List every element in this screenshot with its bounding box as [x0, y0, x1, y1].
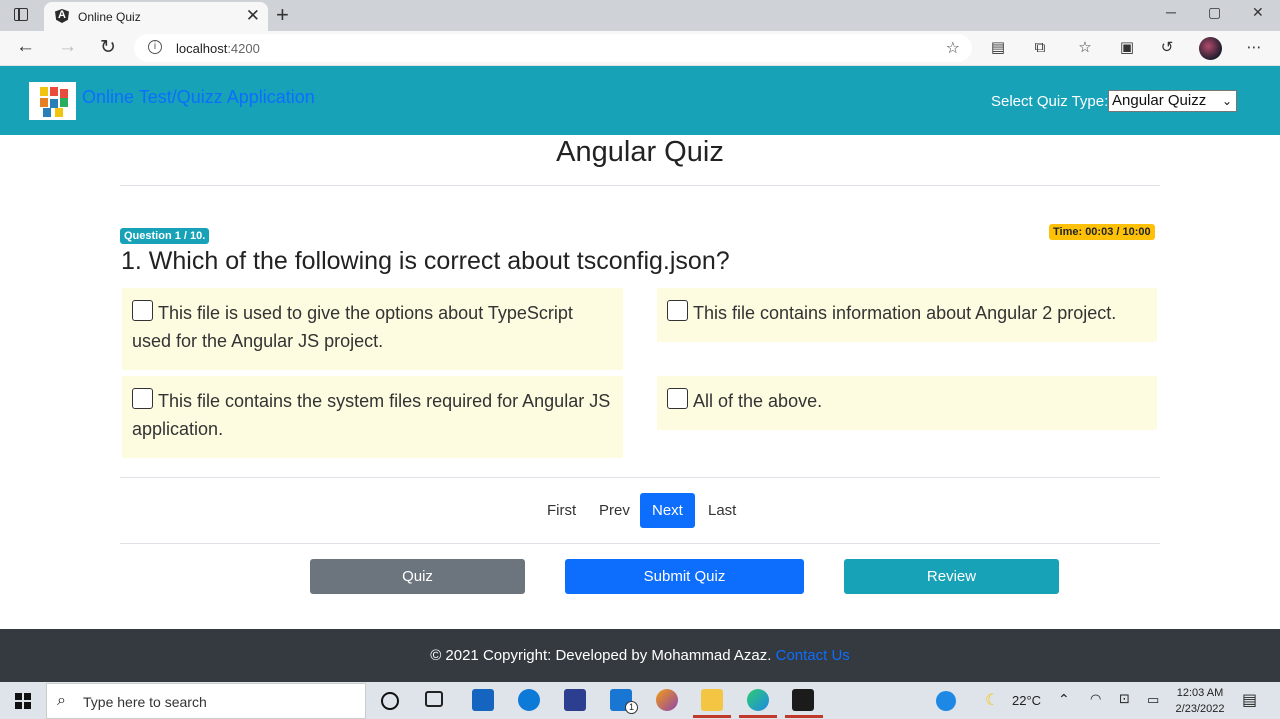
timer-badge: Time: 00:03 / 10:00: [1049, 224, 1155, 240]
pagination: First Prev Next Last: [0, 493, 1280, 528]
option-label: All of the above.: [693, 391, 823, 411]
address-bar: ← → ↻ i localhost:4200 ☆ ▤ ⧉ ☆ ▣ ↺ ⋯: [0, 31, 1280, 66]
site-info-icon[interactable]: i: [148, 40, 162, 54]
new-tab-icon[interactable]: +: [276, 2, 289, 28]
contact-us-link[interactable]: Contact Us: [776, 647, 850, 664]
system-clock[interactable]: 12:03 AM 2/23/2022: [1168, 685, 1232, 717]
option-label: This file is used to give the options ab…: [132, 303, 573, 351]
app-logo: [29, 82, 76, 120]
mail-badge: 1: [625, 701, 638, 714]
close-window-icon[interactable]: ✕: [1252, 4, 1264, 21]
notifications-icon[interactable]: ▤: [1242, 690, 1257, 710]
quiz-button[interactable]: Quiz: [310, 559, 525, 594]
option-1[interactable]: This file is used to give the options ab…: [122, 288, 623, 370]
quiz-title: Angular Quiz: [556, 136, 724, 168]
option-checkbox[interactable]: [667, 300, 688, 321]
tab-title: Online Quiz: [78, 10, 141, 24]
option-3[interactable]: This file contains the system files requ…: [122, 376, 623, 458]
file-explorer-icon[interactable]: [701, 689, 723, 711]
browser-tab-strip: Online Quiz ✕ + ─ ▢ ✕: [0, 0, 1280, 31]
temperature[interactable]: 22°C: [1012, 693, 1041, 708]
dev-app-icon[interactable]: [564, 689, 586, 711]
submit-quiz-button[interactable]: Submit Quiz: [565, 559, 804, 594]
browser-tab[interactable]: Online Quiz ✕: [44, 2, 268, 31]
task-view-icon[interactable]: [425, 691, 443, 707]
option-checkbox[interactable]: [667, 388, 688, 409]
refresh-icon[interactable]: ↻: [100, 36, 116, 59]
windows-taskbar: ⌕ Type here to search 1 ☾ 22°C ⌃ ◠ ⊡ ▭ 1…: [0, 682, 1280, 719]
clock-date: 2/23/2022: [1175, 703, 1225, 715]
back-icon[interactable]: ←: [16, 36, 35, 58]
question-text: 1. Which of the following is correct abo…: [121, 247, 730, 275]
store-icon[interactable]: [472, 689, 494, 711]
tab-actions-icon[interactable]: [14, 8, 28, 21]
chevron-down-icon: ⌄: [1221, 94, 1232, 108]
edge-icon[interactable]: [747, 689, 769, 711]
collections-icon[interactable]: ▣: [1118, 39, 1136, 57]
taskbar-search-input[interactable]: ⌕ Type here to search: [46, 683, 366, 719]
divider: [120, 477, 1160, 478]
option-label: This file contains the system files requ…: [132, 391, 611, 439]
option-4[interactable]: All of the above.: [657, 376, 1157, 430]
quiz-type-select[interactable]: Angular Quizz ⌄: [1108, 90, 1237, 112]
divider: [120, 543, 1160, 544]
profile-avatar[interactable]: [1199, 37, 1222, 60]
pager-prev[interactable]: Prev: [599, 493, 630, 528]
active-app-indicator: [785, 715, 823, 718]
pager-next[interactable]: Next: [640, 493, 695, 528]
app-header: Online Test/Quizz Application Select Qui…: [0, 66, 1280, 135]
teamviewer-icon[interactable]: [518, 689, 540, 711]
battery-icon[interactable]: ▭: [1147, 692, 1159, 708]
quiz-type-label: Select Quiz Type:: [991, 93, 1109, 110]
quiz-type-selected: Angular Quizz: [1112, 92, 1207, 109]
footer: © 2021 Copyright: Developed by Mohammad …: [0, 629, 1280, 682]
search-placeholder: Type here to search: [83, 694, 207, 710]
pager-last[interactable]: Last: [708, 493, 736, 528]
pager-first[interactable]: First: [547, 493, 576, 528]
wifi-icon[interactable]: ◠: [1090, 691, 1101, 707]
option-checkbox[interactable]: [132, 300, 153, 321]
history-icon[interactable]: ↺: [1158, 39, 1176, 57]
option-label: This file contains information about Ang…: [693, 303, 1117, 323]
extensions-icon[interactable]: ⧉: [1031, 39, 1049, 57]
more-options-icon[interactable]: ⋯: [1245, 39, 1263, 57]
network-icon[interactable]: ⊡: [1119, 691, 1130, 707]
copyright-text: © 2021 Copyright: Developed by Mohammad …: [430, 647, 772, 664]
active-app-indicator: [693, 715, 731, 718]
divider: [120, 185, 1160, 186]
show-hidden-icons-icon[interactable]: ⌃: [1058, 691, 1070, 708]
minimize-icon[interactable]: ─: [1166, 4, 1176, 20]
add-favorite-icon[interactable]: ☆: [946, 38, 960, 58]
reading-view-icon[interactable]: ▤: [989, 39, 1007, 57]
forward-icon[interactable]: →: [58, 36, 77, 58]
question-counter-badge: Question 1 / 10.: [120, 228, 210, 244]
help-icon[interactable]: [936, 691, 956, 711]
favorites-icon[interactable]: ☆: [1076, 39, 1094, 57]
active-app-indicator: [739, 715, 777, 718]
terminal-icon[interactable]: [792, 689, 814, 711]
maximize-icon[interactable]: ▢: [1208, 4, 1221, 21]
url-input[interactable]: i localhost:4200 ☆: [134, 34, 972, 62]
review-button[interactable]: Review: [844, 559, 1059, 594]
url-text: localhost:4200: [176, 41, 260, 56]
app-title-link[interactable]: Online Test/Quizz Application: [82, 87, 315, 108]
cortana-icon[interactable]: [381, 692, 399, 710]
firefox-icon[interactable]: [656, 689, 678, 711]
clock-time: 12:03 AM: [1176, 687, 1224, 699]
weather-moon-icon[interactable]: ☾: [985, 690, 999, 710]
windows-start-icon[interactable]: [15, 693, 31, 709]
tab-close-icon[interactable]: ✕: [246, 6, 260, 26]
option-2[interactable]: This file contains information about Ang…: [657, 288, 1157, 342]
search-icon: ⌕: [57, 692, 66, 709]
option-checkbox[interactable]: [132, 388, 153, 409]
angular-favicon-icon: [55, 9, 69, 23]
